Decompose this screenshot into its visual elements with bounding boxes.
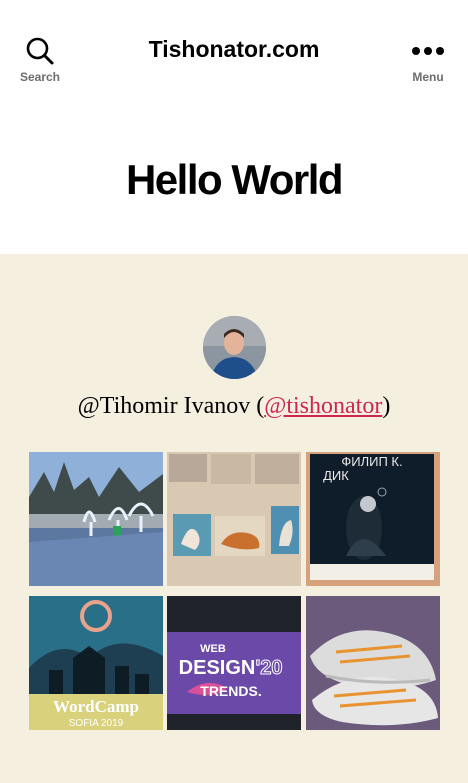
gallery-photo-winter-park[interactable] [29,452,163,586]
poster-text-web: WEB [200,643,226,655]
gallery-photo-design-trends[interactable]: WEB DESIGN '20 TRENDS. [167,596,301,730]
menu-label: Menu [412,70,444,84]
menu-toggle[interactable]: Menu [402,36,454,84]
profile-handle: @Tihomir Ivanov (@tishonator) [0,393,468,420]
book-title-line1: ФИЛИП К. [341,454,402,469]
poster-text-design: DESIGN [179,657,256,679]
page-title: Hello World [125,156,344,203]
gallery-photo-book[interactable]: ФИЛИП К. ДИК [306,452,440,586]
profile-handle-link[interactable]: @tishonator [264,393,382,419]
gallery-photo-sneakers[interactable] [306,596,440,730]
poster-text-trends: TRENDS. [200,683,261,699]
gallery-photo-wordcamp[interactable]: WordCamp SOFIA 2019 [29,596,163,730]
profile-name-suffix: ) [382,393,391,419]
site-header: Search Tishonator.com Menu Hello World [0,0,468,254]
instagram-gallery: ФИЛИП К. ДИК WordCamp SOFIA 2019 WEB DES… [29,452,440,730]
search-label: Search [19,70,61,84]
wordcamp-title: WordCamp [53,697,139,716]
book-title-line2: ДИК [323,468,349,483]
gallery-photo-stamps[interactable] [167,452,301,586]
poster-text-year: '20 [255,657,282,679]
site-title-link[interactable]: Tishonator.com [100,36,368,63]
avatar [203,316,266,379]
more-horizontal-icon [412,47,444,55]
search-toggle[interactable]: Search [14,36,66,84]
search-icon [26,37,54,65]
wordcamp-city: SOFIA 2019 [69,718,124,729]
profile-name: @Tihomir Ivanov ( [77,393,265,419]
